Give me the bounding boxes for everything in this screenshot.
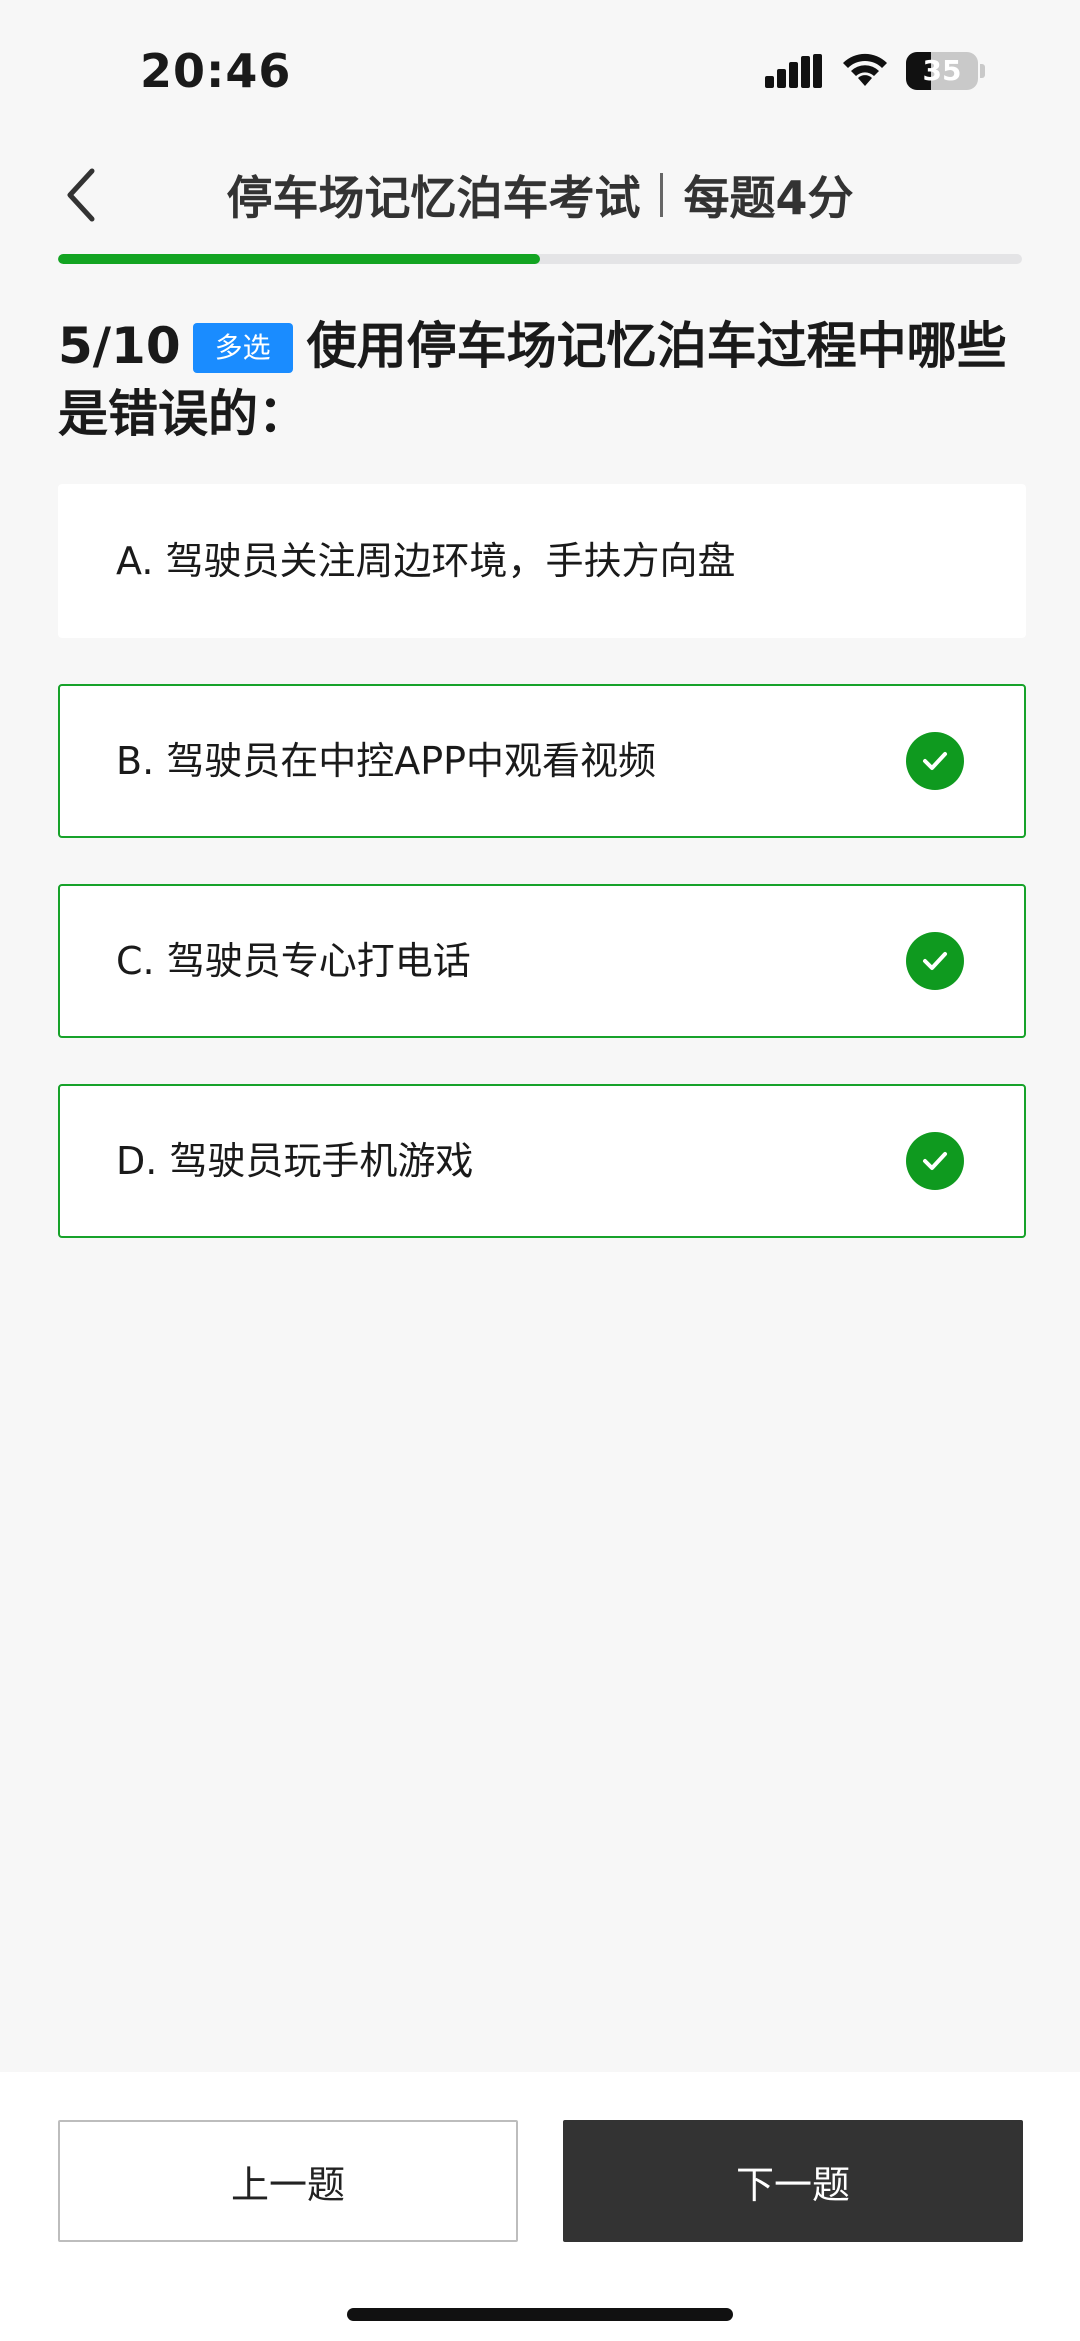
signal-icon bbox=[765, 54, 822, 88]
status-bar: 20:46 35 bbox=[0, 0, 1080, 140]
back-button[interactable] bbox=[50, 160, 110, 230]
title-divider bbox=[660, 173, 664, 217]
exam-title: 停车场记忆泊车考试 bbox=[226, 171, 641, 225]
battery-tip bbox=[980, 64, 985, 78]
question-number: 5/10 bbox=[58, 317, 181, 375]
option-label: D. 驾驶员玩手机游戏 bbox=[116, 1139, 474, 1183]
footer: 上一题 下一题 bbox=[0, 2072, 1080, 2341]
progress-fill bbox=[58, 254, 540, 264]
option-b[interactable]: B. 驾驶员在中控APP中观看视频 bbox=[58, 684, 1026, 838]
check-icon bbox=[906, 732, 964, 790]
option-label: A. 驾驶员关注周边环境，手扶方向盘 bbox=[116, 539, 736, 583]
option-label: B. 驾驶员在中控APP中观看视频 bbox=[116, 739, 657, 783]
question-type-tag: 多选 bbox=[192, 323, 293, 373]
score-note: 每题4分 bbox=[683, 171, 854, 225]
progress-bar bbox=[58, 254, 1022, 264]
question: 5/10 多选 使用停车场记忆泊车过程中哪些是错误的： bbox=[58, 312, 1022, 448]
check-icon bbox=[906, 1132, 964, 1190]
home-indicator[interactable] bbox=[347, 2308, 733, 2321]
battery-body: 35 bbox=[906, 52, 978, 90]
check-icon bbox=[906, 932, 964, 990]
header: 停车场记忆泊车考试 每题4分 bbox=[0, 140, 1080, 250]
battery-level: 35 bbox=[922, 54, 962, 87]
option-a[interactable]: A. 驾驶员关注周边环境，手扶方向盘 bbox=[58, 484, 1026, 638]
prev-question-button[interactable]: 上一题 bbox=[58, 2120, 518, 2242]
option-label: C. 驾驶员专心打电话 bbox=[116, 939, 471, 983]
chevron-left-icon bbox=[67, 168, 95, 222]
option-c[interactable]: C. 驾驶员专心打电话 bbox=[58, 884, 1026, 1038]
option-d[interactable]: D. 驾驶员玩手机游戏 bbox=[58, 1084, 1026, 1238]
wifi-icon bbox=[843, 53, 887, 86]
status-time: 20:46 bbox=[140, 44, 292, 98]
page-title: 停车场记忆泊车考试 每题4分 bbox=[0, 140, 1080, 250]
battery-icon: 35 bbox=[906, 52, 985, 90]
next-question-button[interactable]: 下一题 bbox=[563, 2120, 1023, 2242]
